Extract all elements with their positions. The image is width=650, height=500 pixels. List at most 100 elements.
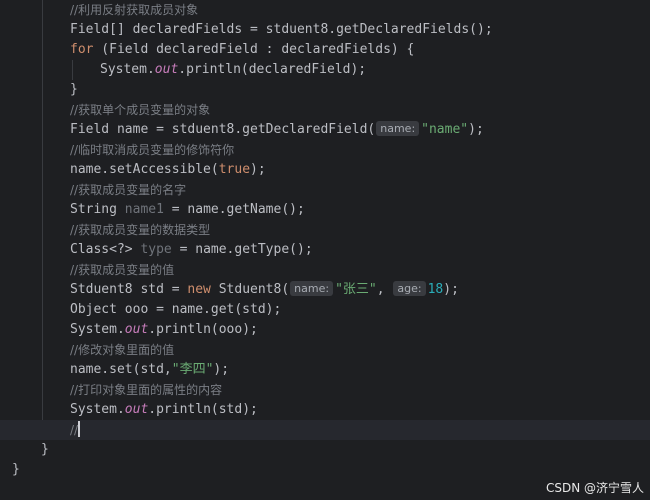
code-line[interactable]: Field name = stduent8.getDeclaredField(n… — [0, 120, 650, 140]
code-editor[interactable]: //利用反射获取成员对象 Field[] declaredFields = std… — [0, 0, 650, 500]
code-text: //修改对象里面的值 — [70, 340, 174, 361]
parameter-hint: name: — [290, 281, 334, 296]
code-comment: //获取成员变量的数据类型 — [70, 223, 211, 237]
code-line[interactable]: Field[] declaredFields = stduent8.getDec… — [0, 20, 650, 40]
code-token: new — [187, 282, 211, 297]
code-token: System. — [100, 62, 155, 77]
code-line[interactable]: //获取单个成员变量的对象 — [0, 100, 650, 120]
code-comment: //打印对象里面的属性的内容 — [70, 383, 223, 397]
code-line[interactable]: //获取成员变量的数据类型 — [0, 220, 650, 240]
code-text: } — [12, 460, 20, 480]
code-token: Field[] declaredFields = stduent8.getDec… — [70, 22, 493, 37]
code-text: name.setAccessible(true); — [70, 160, 266, 180]
code-text: Class<?> type = name.getType(); — [70, 240, 313, 260]
code-token: 18 — [427, 282, 444, 297]
code-text: System.out.println(ooo); — [70, 320, 258, 340]
code-text: String name1 = name.getName(); — [70, 200, 305, 220]
code-line[interactable]: Class<?> type = name.getType(); — [0, 240, 650, 260]
code-token: ); — [468, 122, 484, 137]
code-line[interactable]: //获取成员变量的名字 — [0, 180, 650, 200]
code-token: true — [218, 162, 251, 177]
code-text: } — [70, 80, 78, 100]
code-token: name.set(std, — [70, 362, 172, 377]
code-line[interactable]: String name1 = name.getName(); — [0, 200, 650, 220]
code-text: //获取成员变量的名字 — [70, 180, 186, 201]
code-token: for — [70, 42, 94, 57]
code-token: Field name = stduent8.getDeclaredField( — [70, 122, 376, 137]
code-token: "name" — [421, 122, 469, 137]
code-line[interactable]: for (Field declaredField : declaredField… — [0, 40, 650, 60]
code-token: name.setAccessible( — [70, 162, 219, 177]
code-comment: //获取单个成员变量的对象 — [70, 103, 211, 117]
code-text: //利用反射获取成员对象 — [70, 0, 198, 21]
code-token: type — [140, 242, 172, 257]
parameter-hint: age: — [393, 281, 426, 296]
code-token: name1 — [124, 202, 164, 217]
code-token: .println(declaredField); — [178, 62, 367, 77]
code-token: System. — [70, 322, 125, 337]
code-token: System. — [70, 402, 125, 417]
code-token: out — [154, 62, 179, 77]
code-text: // — [70, 420, 81, 441]
code-token: , — [376, 282, 393, 297]
code-token: .println(ooo); — [148, 322, 258, 337]
code-line[interactable]: Stduent8 std = new Stduent8(name: "张三", a… — [0, 280, 650, 300]
code-line[interactable]: System.out.println(declaredField); — [0, 60, 650, 80]
code-comment: //获取成员变量的值 — [70, 263, 175, 277]
code-token: out — [124, 322, 149, 337]
code-text: Field name = stduent8.getDeclaredField(n… — [70, 120, 484, 140]
code-text: System.out.println(declaredField); — [100, 60, 366, 80]
code-line[interactable]: System.out.println(ooo); — [0, 320, 650, 340]
code-line[interactable]: //打印对象里面的属性的内容 — [0, 380, 650, 400]
code-token: out — [124, 402, 149, 417]
code-text: System.out.println(std); — [70, 400, 258, 420]
code-token: Stduent8 std = — [70, 282, 188, 297]
code-line[interactable]: //利用反射获取成员对象 — [0, 0, 650, 20]
csdn-watermark: CSDN @济宁雪人 — [545, 481, 644, 495]
code-text: //打印对象里面的属性的内容 — [70, 380, 222, 401]
code-line[interactable]: //修改对象里面的值 — [0, 340, 650, 360]
code-comment: //临时取消成员变量的修饰符你 — [70, 143, 235, 157]
code-token: Stduent8( — [210, 282, 290, 297]
text-caret — [78, 421, 81, 437]
code-token: ); — [213, 362, 230, 377]
code-token: = name.getType(); — [171, 242, 313, 257]
code-token: } — [41, 442, 49, 457]
code-text: Object ooo = name.get(std); — [70, 300, 281, 320]
code-text: //临时取消成员变量的修饰符你 — [70, 140, 234, 161]
code-token: Object ooo = name.get(std); — [70, 302, 282, 317]
code-comment: //利用反射获取成员对象 — [70, 3, 199, 17]
code-token: } — [12, 462, 20, 477]
code-line[interactable]: // — [0, 420, 650, 440]
code-text: for (Field declaredField : declaredField… — [70, 40, 414, 60]
code-line[interactable]: //获取成员变量的值 — [0, 260, 650, 280]
code-line[interactable]: //临时取消成员变量的修饰符你 — [0, 140, 650, 160]
code-line[interactable]: System.out.println(std); — [0, 400, 650, 420]
code-token: "李四" — [171, 362, 214, 377]
code-token: ); — [250, 162, 266, 177]
code-token: } — [70, 82, 78, 97]
code-token: = name.getName(); — [163, 202, 305, 217]
code-token: "张三" — [335, 282, 377, 297]
code-token: ); — [443, 282, 459, 297]
code-text: Field[] declaredFields = stduent8.getDec… — [70, 20, 493, 40]
code-comment: //获取成员变量的名字 — [70, 183, 187, 197]
code-token: String — [70, 202, 125, 217]
code-line[interactable]: } — [0, 80, 650, 100]
code-line[interactable]: name.setAccessible(true); — [0, 160, 650, 180]
code-line[interactable]: name.set(std,"李四"); — [0, 360, 650, 380]
code-token: Class<?> — [70, 242, 141, 257]
code-line[interactable]: } — [0, 440, 650, 460]
code-text: name.set(std,"李四"); — [70, 360, 229, 380]
code-text: //获取单个成员变量的对象 — [70, 100, 210, 121]
code-comment: //修改对象里面的值 — [70, 343, 175, 357]
code-text: } — [41, 440, 49, 460]
code-line[interactable]: } — [0, 460, 650, 480]
parameter-hint: name: — [376, 121, 420, 136]
code-text: //获取成员变量的数据类型 — [70, 220, 210, 241]
code-token: (Field declaredField : declaredFields) { — [93, 42, 415, 57]
code-token: .println(std); — [148, 402, 258, 417]
code-text: Stduent8 std = new Stduent8(name: "张三", a… — [70, 280, 459, 300]
code-comment: // — [70, 423, 79, 437]
code-line[interactable]: Object ooo = name.get(std); — [0, 300, 650, 320]
